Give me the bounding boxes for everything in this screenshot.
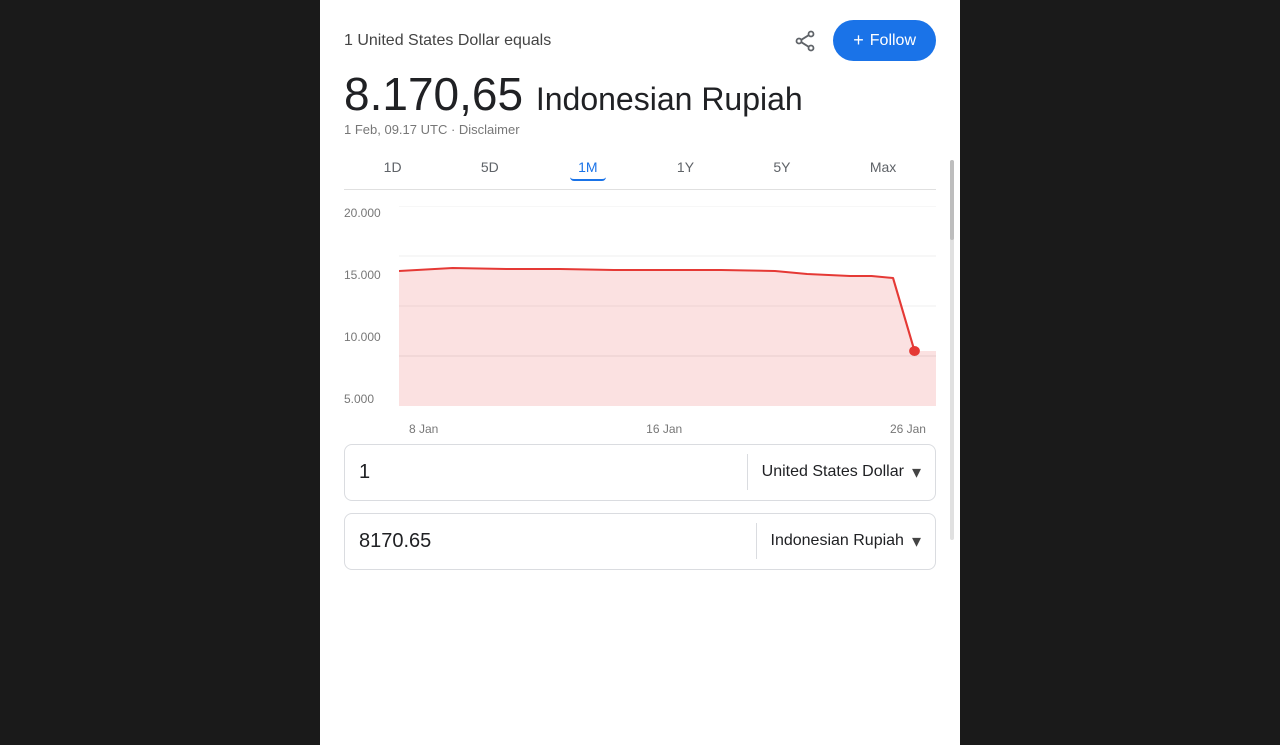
chart-container: 20.000 15.000 10.000 5.000: [344, 206, 936, 436]
header-row: 1 United States Dollar equals + Follow: [344, 20, 936, 61]
main-rate: 8.170,65 Indonesian Rupiah: [344, 69, 936, 120]
scrollbar-thumb[interactable]: [950, 160, 954, 240]
follow-label: Follow: [870, 32, 916, 50]
follow-button[interactable]: + Follow: [833, 20, 936, 61]
x-label-16jan: 16 Jan: [646, 422, 682, 436]
share-button[interactable]: [789, 25, 821, 57]
follow-plus-icon: +: [853, 30, 864, 51]
tab-1m[interactable]: 1M: [570, 155, 605, 181]
right-panel: [960, 0, 1280, 745]
rate-currency: Indonesian Rupiah: [536, 81, 803, 117]
converter-to-currency[interactable]: Indonesian Rupiah ▾: [757, 515, 935, 568]
x-label-26jan: 26 Jan: [890, 422, 926, 436]
converter-from-currency-label: United States Dollar: [762, 463, 904, 481]
header-title: 1 United States Dollar equals: [344, 32, 551, 50]
x-label-8jan: 8 Jan: [409, 422, 438, 436]
y-label-15000: 15.000: [344, 268, 381, 282]
time-tabs: 1D 5D 1M 1Y 5Y Max: [344, 155, 936, 190]
chart-svg-wrapper: [399, 206, 936, 406]
chart-x-labels: 8 Jan 16 Jan 26 Jan: [399, 422, 936, 436]
tab-1y[interactable]: 1Y: [669, 155, 702, 181]
converter-to-input[interactable]: [345, 514, 756, 569]
converter-to-box: Indonesian Rupiah ▾: [344, 513, 936, 570]
main-card: 1 United States Dollar equals + Follow: [320, 0, 960, 745]
rate-value: 8.170,65: [344, 68, 523, 120]
scrollbar-track[interactable]: [950, 160, 954, 540]
left-panel: [0, 0, 320, 745]
rate-timestamp: 1 Feb, 09.17 UTC · Disclaimer: [344, 122, 936, 137]
y-label-5000: 5.000: [344, 392, 381, 406]
tab-max[interactable]: Max: [862, 155, 904, 181]
page-outer: 1 United States Dollar equals + Follow: [0, 0, 1280, 745]
converter-from-chevron-icon: ▾: [912, 462, 921, 483]
converter-from-box: United States Dollar ▾: [344, 444, 936, 501]
chart-y-labels: 20.000 15.000 10.000 5.000: [344, 206, 381, 436]
y-label-20000: 20.000: [344, 206, 381, 220]
y-label-10000: 10.000: [344, 330, 381, 344]
tab-1d[interactable]: 1D: [376, 155, 410, 181]
converter-to-currency-label: Indonesian Rupiah: [771, 532, 904, 550]
tab-5d[interactable]: 5D: [473, 155, 507, 181]
tab-5y[interactable]: 5Y: [765, 155, 798, 181]
header-actions: + Follow: [789, 20, 936, 61]
converter-to-chevron-icon: ▾: [912, 531, 921, 552]
converter-from-input[interactable]: [345, 445, 747, 500]
converter-from-currency[interactable]: United States Dollar ▾: [748, 446, 935, 499]
